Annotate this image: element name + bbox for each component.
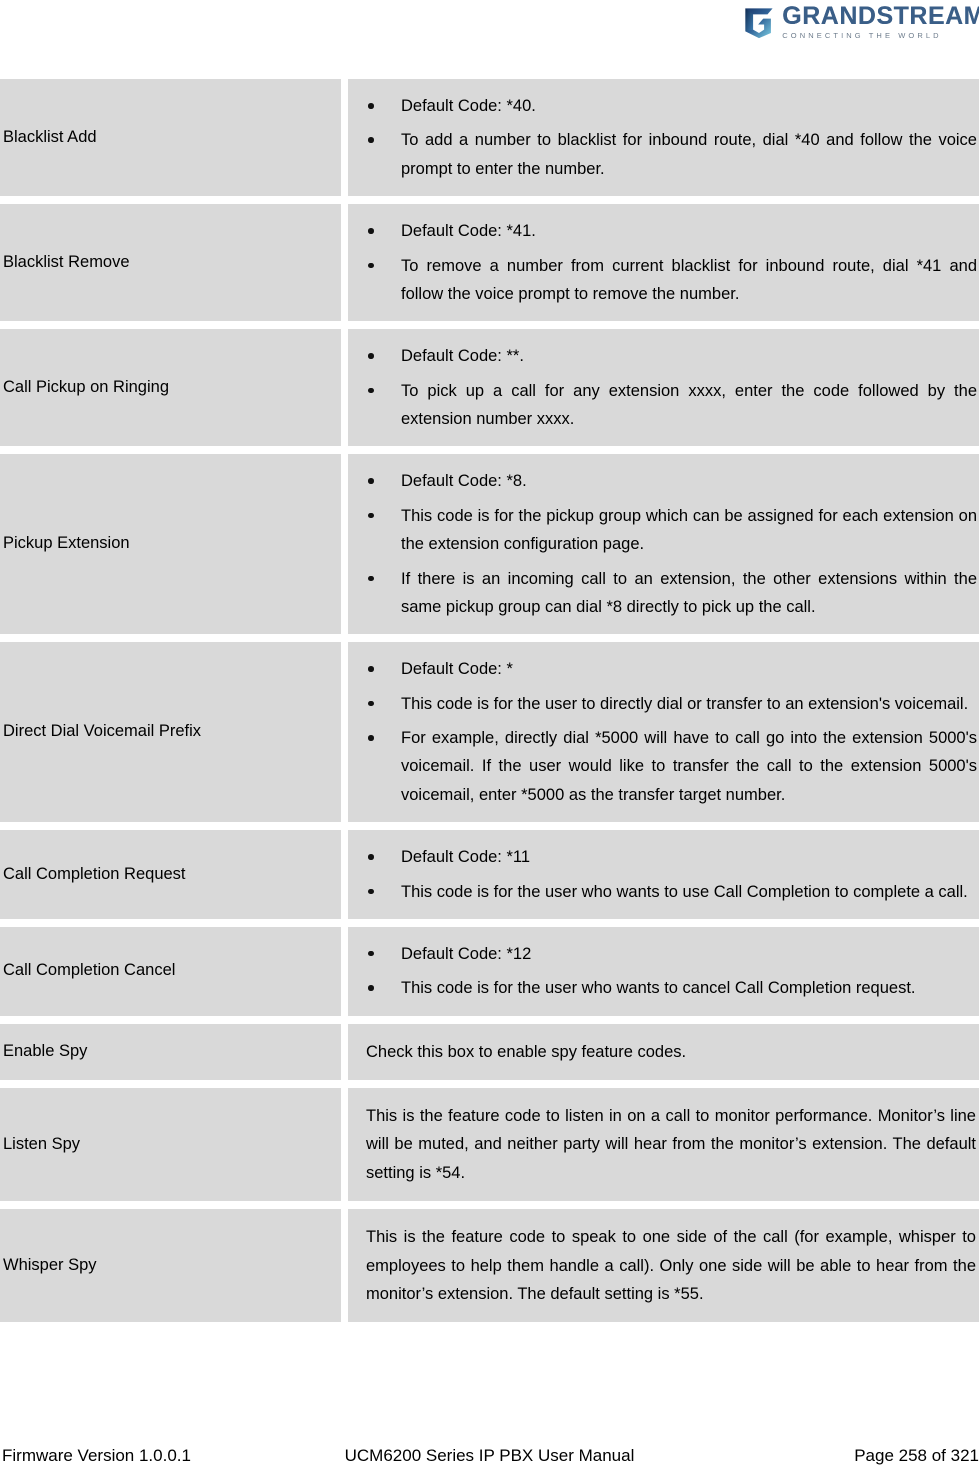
feature-desc-cell: Default Code: *41. To remove a number fr… — [348, 196, 979, 322]
feature-desc-cell: Default Code: *8. This code is for the p… — [348, 446, 979, 635]
list-item: For example, directly dial *5000 will ha… — [366, 724, 977, 809]
feature-name-cell: Whisper Spy — [0, 1201, 348, 1323]
feature-name-cell: Enable Spy — [0, 1015, 348, 1080]
feature-desc-cell: Default Code: *40. To add a number to bl… — [348, 79, 979, 197]
grandstream-swoosh-icon — [745, 8, 773, 39]
feature-desc-cell: This is the feature code to listen in on… — [348, 1080, 979, 1202]
feature-name-cell: Pickup Extension — [0, 446, 348, 635]
list-item: Default Code: *12 — [366, 940, 977, 968]
feature-desc-cell: Default Code: * This code is for the use… — [348, 634, 979, 823]
footer-firmware-version: Firmware Version 1.0.0.1 — [2, 1446, 191, 1465]
table-row: Call Completion Cancel Default Code: *12… — [0, 918, 979, 1016]
list-item: Default Code: *40. — [366, 92, 977, 120]
feature-name-cell: Blacklist Add — [0, 79, 348, 197]
feature-name-cell: Blacklist Remove — [0, 196, 348, 322]
feature-name-cell: Listen Spy — [0, 1080, 348, 1202]
desc-text: This is the feature code to listen in on… — [366, 1107, 976, 1182]
list-item: To add a number to blacklist for inbound… — [366, 126, 977, 183]
desc-text: This is the feature code to speak to one… — [366, 1228, 976, 1303]
desc-block: Default Code: *40. To add a number to bl… — [348, 79, 979, 196]
list-item: Default Code: *11 — [366, 843, 977, 871]
feature-desc-cell: Default Code: *12 This code is for the u… — [348, 918, 979, 1016]
bullet-list: Default Code: *40. To add a number to bl… — [366, 92, 977, 183]
desc-block: Default Code: *8. This code is for the p… — [348, 454, 979, 634]
feature-desc-cell: Default Code: *11 This code is for the u… — [348, 822, 979, 919]
list-item: To remove a number from current blacklis… — [366, 252, 977, 309]
desc-block: Default Code: **. To pick up a call for … — [348, 329, 979, 446]
bullet-list: Default Code: *11 This code is for the u… — [366, 843, 977, 906]
feature-name-cell: Call Pickup on Ringing — [0, 321, 348, 447]
table-row: Call Completion Request Default Code: *1… — [0, 822, 979, 919]
list-item: This code is for the user who wants to c… — [366, 974, 977, 1002]
footer-page-number: Page 258 of 321 — [854, 1446, 979, 1465]
list-item: Default Code: *41. — [366, 217, 977, 245]
feature-desc-cell: This is the feature code to speak to one… — [348, 1201, 979, 1323]
page-footer: UCM6200 Series IP PBX User Manual Firmwa… — [0, 1443, 979, 1469]
feature-desc-cell: Check this box to enable spy feature cod… — [348, 1015, 979, 1080]
list-item: This code is for the user to directly di… — [366, 690, 977, 718]
list-item: Default Code: **. — [366, 342, 977, 370]
bullet-list: Default Code: *41. To remove a number fr… — [366, 217, 977, 308]
table-row: Enable Spy Check this box to enable spy … — [0, 1015, 979, 1080]
list-item: If there is an incoming call to an exten… — [366, 565, 977, 622]
bullet-list: Default Code: *8. This code is for the p… — [366, 467, 977, 621]
list-item: To pick up a call for any extension xxxx… — [366, 377, 977, 434]
bullet-list: Default Code: **. To pick up a call for … — [366, 342, 977, 433]
desc-block: Default Code: *12 This code is for the u… — [348, 927, 979, 1016]
feature-codes-table-body: Blacklist Add Default Code: *40. To add … — [0, 79, 979, 1323]
feature-name-cell: Direct Dial Voicemail Prefix — [0, 634, 348, 823]
logo-wordmark: GRANDSTREAM CONNECTING THE WORLD — [782, 4, 979, 40]
list-item: This code is for the user who wants to u… — [366, 878, 977, 906]
bullet-list: Default Code: *12 This code is for the u… — [366, 940, 977, 1003]
table-row: Direct Dial Voicemail Prefix Default Cod… — [0, 634, 979, 823]
feature-codes-table: Blacklist Add Default Code: *40. To add … — [0, 79, 979, 1323]
table-row: Whisper Spy This is the feature code to … — [0, 1201, 979, 1323]
table-row: Listen Spy This is the feature code to l… — [0, 1080, 979, 1202]
desc-block: Default Code: *11 This code is for the u… — [348, 830, 979, 919]
table-row: Blacklist Remove Default Code: *41. To r… — [0, 196, 979, 322]
desc-block: Default Code: * This code is for the use… — [348, 642, 979, 822]
feature-name-cell: Call Completion Request — [0, 822, 348, 919]
bullet-list: Default Code: * This code is for the use… — [366, 655, 977, 809]
list-item: Default Code: *8. — [366, 467, 977, 495]
page-header: GRANDSTREAM CONNECTING THE WORLD — [0, 0, 979, 46]
table-row: Call Pickup on Ringing Default Code: **.… — [0, 321, 979, 447]
table-row: Blacklist Add Default Code: *40. To add … — [0, 79, 979, 197]
logo-word: GRANDSTREAM — [782, 4, 979, 29]
feature-name-cell: Call Completion Cancel — [0, 918, 348, 1016]
grandstream-logo: GRANDSTREAM CONNECTING THE WORLD — [742, 2, 979, 42]
table-row: Pickup Extension Default Code: *8. This … — [0, 446, 979, 635]
feature-desc-cell: Default Code: **. To pick up a call for … — [348, 321, 979, 447]
logo-tagline: CONNECTING THE WORLD — [782, 31, 942, 41]
list-item: This code is for the pickup group which … — [366, 502, 977, 559]
list-item: Default Code: * — [366, 655, 977, 683]
desc-block: Default Code: *41. To remove a number fr… — [348, 204, 979, 321]
desc-text: Check this box to enable spy feature cod… — [366, 1042, 687, 1061]
